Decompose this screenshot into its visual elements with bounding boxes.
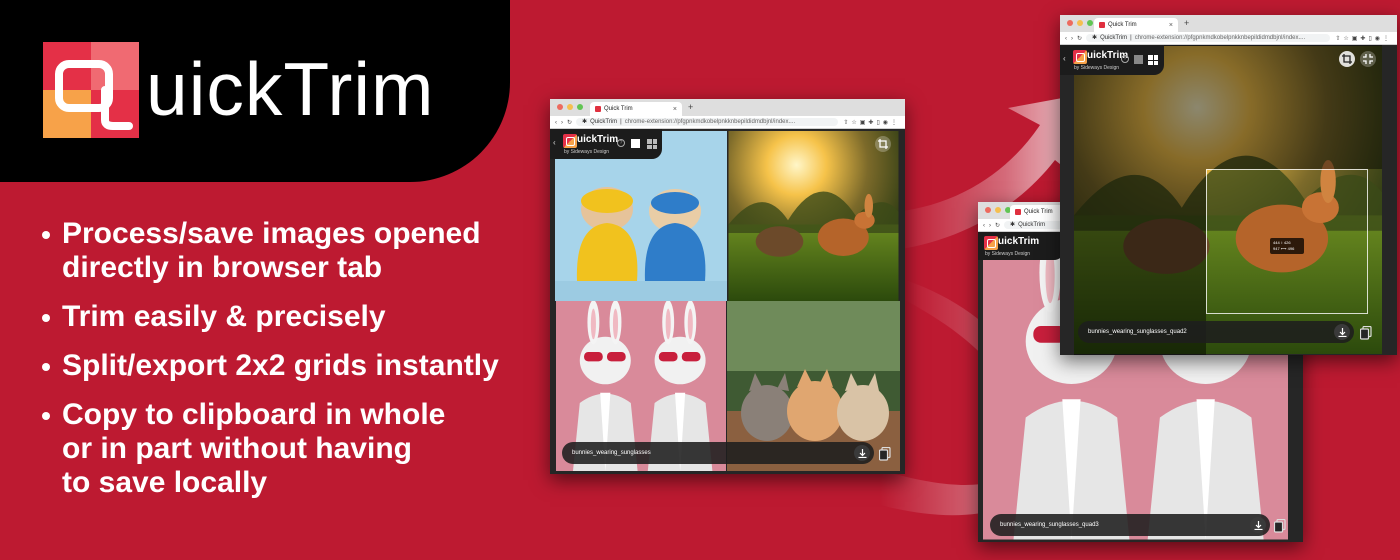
feature-item: Trim easily & precisely	[40, 300, 510, 334]
file-name: bunnies_wearing_sunglasses_quad3	[1000, 522, 1099, 528]
single-view-icon[interactable]	[631, 139, 640, 148]
tab-strip: Quick Trim × +	[550, 99, 905, 116]
trimmed-image-quad2[interactable]: 444 ↕ 426 947 ⟷ 496	[1074, 45, 1382, 355]
site-label: QuickTrim	[1100, 34, 1128, 41]
file-name-bar: bunnies_wearing_sunglasses	[562, 442, 874, 464]
app-control-panel: ‹ uickTrim by Sideways Design ?	[550, 129, 662, 159]
app-viewport: ‹ uickTrim by Sideways Design ? bunnies_…	[550, 129, 905, 474]
browser-toolbar: ‹›↻ ✱ QuickTrim | chrome-extension://pfg…	[550, 116, 905, 129]
brand-name: uickTrim	[146, 47, 435, 131]
grid-view-icon[interactable]	[647, 139, 657, 149]
download-icon[interactable]	[854, 445, 870, 461]
crop-readout: 444 ↕ 426 947 ⟷ 496	[1270, 238, 1304, 254]
copy-icon[interactable]	[1360, 326, 1372, 340]
url-text: chrome-extension://pfgpnkmdkobelpnkknbep…	[1134, 34, 1306, 41]
extension-toolbar-icons[interactable]: ⇧☆▣✚▯◉⋮	[1330, 35, 1397, 42]
app-logo-icon	[1073, 50, 1087, 64]
window-controls[interactable]	[557, 104, 583, 110]
single-view-icon[interactable]	[1134, 55, 1143, 64]
feature-item: Process/save images opened directly in b…	[40, 217, 510, 285]
crop-icon[interactable]	[1339, 51, 1355, 67]
tab-title: Quick Trim	[1024, 209, 1053, 215]
extension-icon: ✱	[582, 119, 588, 126]
help-icon[interactable]: ?	[1121, 55, 1129, 63]
app-logo-icon	[563, 134, 577, 148]
quicktrim-logo-icon	[43, 42, 139, 138]
feature-list: Process/save images opened directly in b…	[40, 217, 510, 515]
crop-shade-left	[1074, 45, 1206, 355]
crop-shade-top	[1206, 45, 1382, 169]
crop-icon[interactable]	[875, 136, 891, 152]
close-tab-icon[interactable]: ×	[1169, 22, 1173, 29]
tab-title: Quick Trim	[1108, 22, 1137, 28]
nav-buttons[interactable]: ‹›↻	[550, 119, 576, 126]
site-label: QuickTrim	[1018, 221, 1046, 228]
url-text: chrome-extension://pfgpnkmdkobelpnkknbep…	[624, 118, 796, 125]
app-subtitle: by Sideways Design	[985, 251, 1031, 257]
download-icon[interactable]	[1334, 324, 1350, 340]
address-bar[interactable]: ✱ QuickTrim | chrome-extension://pfgpnkm…	[1086, 33, 1331, 43]
extension-icon: ✱	[1092, 35, 1098, 42]
window-controls[interactable]	[985, 207, 1011, 213]
extension-toolbar-icons[interactable]: ⇧☆▣✚▯◉⋮	[838, 119, 905, 126]
app-subtitle: by Sideways Design	[564, 149, 610, 155]
browser-window-main: Quick Trim × + ‹›↻ ✱ QuickTrim | chrome-…	[550, 99, 905, 474]
address-bar[interactable]: ✱ QuickTrim | chrome-extension://pfgpnkm…	[576, 117, 839, 127]
feature-item: Split/export 2x2 grids instantly	[40, 349, 510, 383]
nav-buttons[interactable]: ‹›↻	[978, 222, 1004, 229]
help-icon[interactable]: ?	[617, 139, 625, 147]
quicktrim-favicon-icon	[1015, 209, 1021, 215]
nav-buttons[interactable]: ‹›↻	[1060, 35, 1086, 42]
app-title: uickTrim	[577, 134, 619, 145]
file-name-bar: bunnies_wearing_sunglasses_quad2	[1078, 321, 1354, 343]
quicktrim-favicon-icon	[1099, 22, 1105, 28]
new-tab-icon[interactable]: +	[688, 102, 693, 112]
collapse-panel-icon[interactable]: ‹	[1063, 54, 1066, 63]
new-tab-icon[interactable]: +	[1184, 18, 1189, 28]
close-tab-icon[interactable]: ×	[673, 106, 677, 113]
copy-icon[interactable]	[879, 447, 891, 461]
tab-title: Quick Trim	[604, 106, 633, 112]
download-icon[interactable]	[1250, 517, 1266, 533]
collapse-icon[interactable]	[1360, 51, 1376, 67]
app-logo-icon	[984, 236, 998, 250]
app-title: uickTrim	[998, 236, 1040, 247]
app-subtitle: by Sideways Design	[1074, 65, 1120, 71]
file-name: bunnies_wearing_sunglasses	[572, 450, 651, 456]
browser-tab[interactable]: Quick Trim ×	[1094, 18, 1178, 32]
quicktrim-favicon-icon	[595, 106, 601, 112]
window-controls[interactable]	[1067, 20, 1093, 26]
collapse-panel-icon[interactable]: ‹	[553, 138, 556, 147]
grid-quad-2[interactable]	[727, 131, 900, 301]
app-control-panel: ‹ uickTrim by Sideways Design ?	[1060, 45, 1164, 75]
file-name-bar: bunnies_wearing_sunglasses_quad3	[990, 514, 1270, 536]
browser-tab[interactable]: Quick Trim ×	[590, 102, 682, 116]
grid-view-icon[interactable]	[1148, 55, 1158, 65]
extension-icon: ✱	[1010, 222, 1016, 229]
browser-window-quad2: Quick Trim × + ‹›↻ ✱ QuickTrim | chrome-…	[1060, 15, 1397, 355]
tab-strip: Quick Trim × +	[1060, 15, 1397, 32]
copy-icon[interactable]	[1274, 519, 1286, 533]
browser-toolbar: ‹›↻ ✱ QuickTrim | chrome-extension://pfg…	[1060, 32, 1397, 45]
feature-item: Copy to clipboard in whole or in part wi…	[40, 398, 510, 500]
app-viewport: 444 ↕ 426 947 ⟷ 496 ‹ uickTrim by Sidewa…	[1060, 45, 1397, 355]
site-label: QuickTrim	[590, 118, 618, 125]
app-control-panel: uickTrim by Sideways Design	[978, 232, 1064, 260]
file-name: bunnies_wearing_sunglasses_quad2	[1088, 329, 1187, 335]
